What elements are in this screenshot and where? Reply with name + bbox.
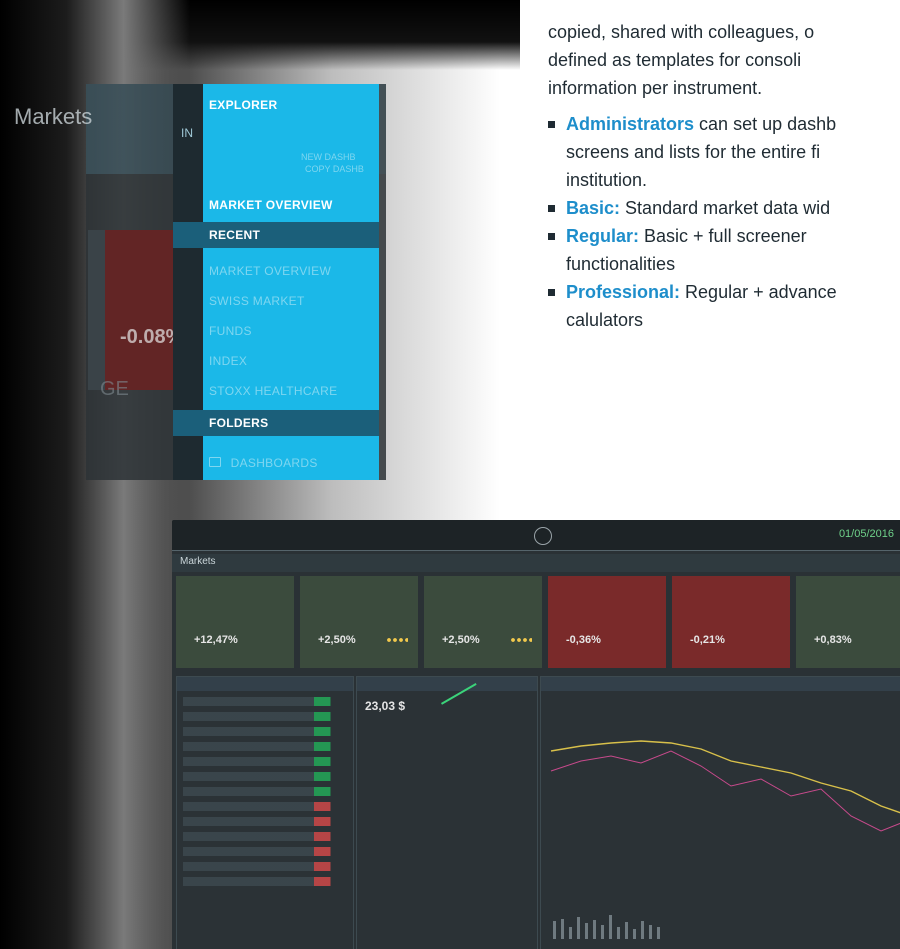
administrators-label: Administrators [566,114,695,134]
menu-circle-icon[interactable] [534,527,552,545]
market-card-pct: +0,83% [814,634,852,646]
list-item[interactable] [183,787,347,796]
market-card[interactable]: -0,21% [672,576,790,668]
dashboard-preview: 01/05/2016 Markets +12,47% +2,50% +2,50%… [172,520,900,949]
market-card-pct: -0,36% [566,634,601,646]
rating-dots [386,636,408,644]
menu-copy-dashboard[interactable]: COPY DASHB [305,164,364,174]
menu-explorer-header[interactable]: EXPLORER [173,92,379,118]
feature-text: copied, shared with colleagues, o define… [548,0,900,334]
movers-panel [176,676,354,949]
left-strip-label: IN [181,126,193,140]
market-cards: +12,47% +2,50% +2,50% -0,36% -0,21% +0,8… [176,576,900,668]
explorer-menu: IN EXPLORER NEW DASHB COPY DASHB MARKET … [173,84,379,480]
menu-recent[interactable]: RECENT [173,222,379,248]
price-chart[interactable] [541,691,900,949]
tier-professional: Professional: Regular + advance [548,278,900,306]
volume-bars [553,915,660,939]
menu-new-dashboard[interactable]: NEW DASHB [301,152,356,162]
folder-icon [209,457,221,467]
market-card-pct: +12,47% [194,634,238,646]
list-item[interactable] [183,802,347,811]
administrators-desc-3: institution. [566,170,648,190]
movers-panel-header [177,677,353,691]
menu-item-index[interactable]: INDEX [173,348,379,374]
list-item[interactable] [183,772,347,781]
tier-regular: Regular: Basic + full screener [548,222,900,250]
market-card-pct: +2,50% [318,634,356,646]
market-card[interactable]: +12,47% [176,576,294,668]
menu-item-market-overview[interactable]: MARKET OVERVIEW [173,258,379,284]
administrators-desc-2: screens and lists for the entire fi [566,142,821,162]
menu-item-funds[interactable]: FUNDS [173,318,379,344]
background-fragment: GE [100,378,129,400]
dashboard-clock: 01/05/2016 [838,528,894,540]
list-item[interactable] [183,817,347,826]
instrument-value: 23,03 $ [365,699,406,713]
chart-panel [540,676,900,949]
list-item[interactable] [183,697,347,706]
administrators-desc-1: can set up dashb [699,114,837,134]
list-item[interactable] [183,832,347,841]
dashboard-subbar: Markets [172,554,900,572]
tier-professional-desc-2: calulators [566,310,644,330]
list-item[interactable] [183,847,347,856]
dashboard-top-bar: 01/05/2016 [172,520,900,551]
menu-dashboards-folder[interactable]: DASHBOARDS [173,450,379,476]
chart-panel-header [541,677,900,691]
dashboard-title: Markets [180,556,216,567]
instrument-panel: 23,03 $ [356,676,538,949]
market-card[interactable]: -0,36% [548,576,666,668]
menu-item-swiss-market[interactable]: SWISS MARKET [173,288,379,314]
background-markets-title: Markets [14,104,93,129]
menu-market-overview-header[interactable]: MARKET OVERVIEW [173,192,379,218]
tier-basic-desc: Standard market data wid [625,198,831,218]
text-line-3: information per instrument. [548,78,763,98]
list-item[interactable] [183,757,347,766]
market-card[interactable]: +2,50% [424,576,542,668]
rating-dots [510,636,532,644]
tier-professional-label: Professional: [566,282,681,302]
tier-regular-desc: Basic + full screener [644,226,807,246]
menu-dashboards-label: DASHBOARDS [230,456,318,470]
tier-basic: Basic: Standard market data wid [548,194,900,222]
tier-regular-label: Regular: [566,226,640,246]
list-item[interactable] [183,877,347,886]
menu-item-stoxx-healthcare[interactable]: STOXX HEALTHCARE [173,378,379,404]
list-item[interactable] [183,862,347,871]
price-line-secondary [550,750,900,832]
list-item[interactable] [183,727,347,736]
market-card[interactable]: +2,50% [300,576,418,668]
price-line [550,740,900,814]
market-card-pct: -0,21% [690,634,725,646]
text-line-1: copied, shared with colleagues, o [548,22,815,42]
instrument-panel-header [357,677,537,691]
list-item[interactable] [183,712,347,721]
tier-basic-label: Basic: [566,198,621,218]
text-line-2: defined as templates for consoli [548,50,802,70]
tier-professional-desc: Regular + advance [685,282,837,302]
menu-folders[interactable]: FOLDERS [173,410,379,436]
market-card-pct: +2,50% [442,634,480,646]
movers-list [183,697,347,892]
bullet-administrators: Administrators can set up dashb [548,110,900,138]
tier-regular-desc-2: functionalities [566,254,676,274]
device-frame: Markets -0.08% GE IN EXPLORER NEW DASHB … [0,0,900,949]
market-card[interactable]: +0,83% [796,576,900,668]
list-item[interactable] [183,742,347,751]
